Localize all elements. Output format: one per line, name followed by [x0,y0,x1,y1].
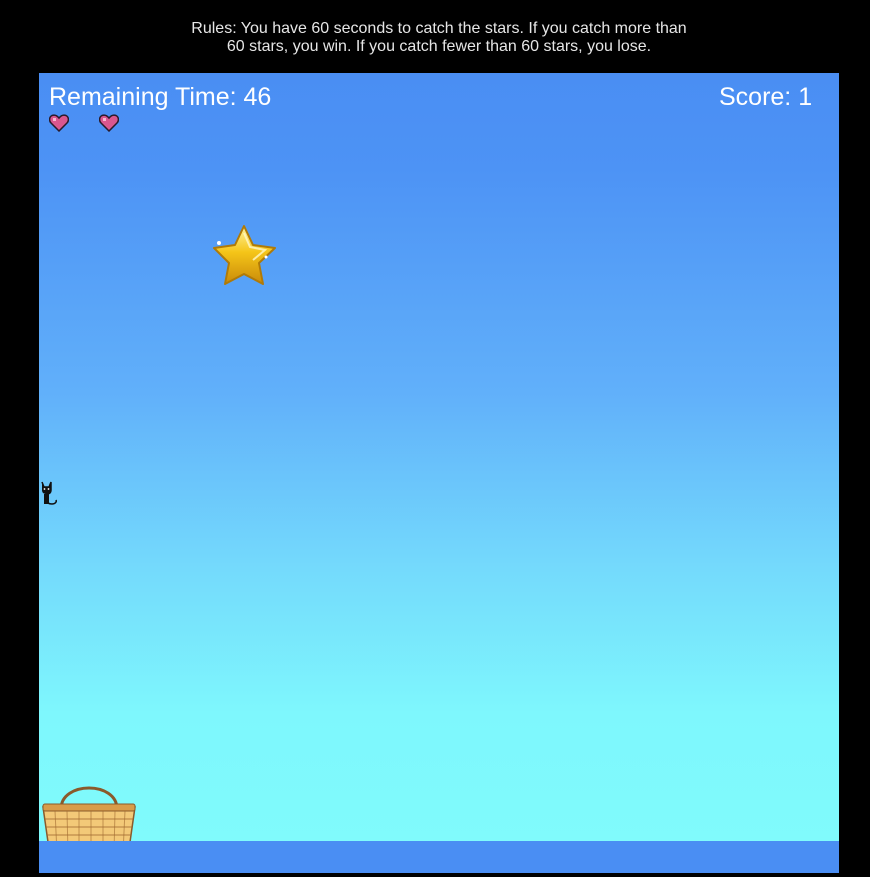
heart-icon [99,114,119,132]
score: Score: 1 [719,83,813,111]
star-icon[interactable] [211,223,279,288]
rules-text: Rules: You have 60 seconds to catch the … [180,20,698,56]
ground [39,841,839,873]
heart-icon [49,114,69,132]
rules-line-2: 60 stars, you win. If you catch fewer th… [226,38,652,55]
cat-icon [41,481,57,505]
game-canvas[interactable]: Remaining Time: 46 Score: 1 [39,73,839,873]
rules-line-1: Rules: You have 60 seconds to catch the … [191,20,687,37]
remaining-time: Remaining Time: 46 [49,83,272,111]
